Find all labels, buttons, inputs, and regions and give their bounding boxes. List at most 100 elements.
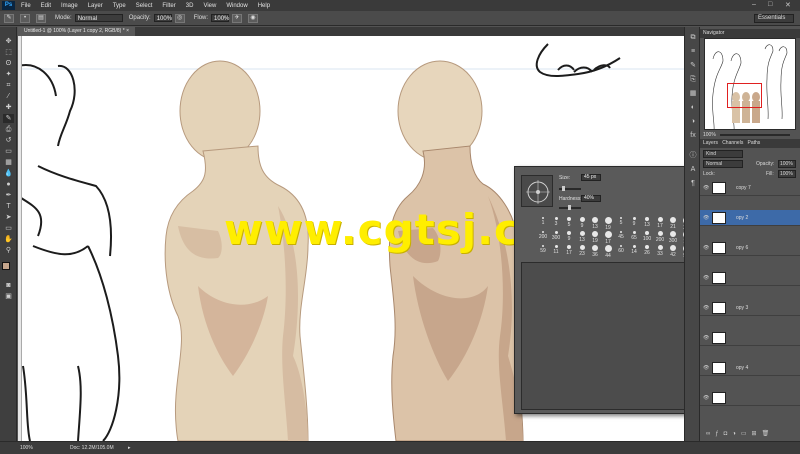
layer-row[interactable]: 👁 — [700, 330, 800, 346]
close-button[interactable]: ✕ — [785, 1, 791, 9]
layer-row[interactable]: 👁 opy 4 — [700, 360, 800, 376]
history-panel-icon[interactable]: ⧉ — [688, 33, 698, 42]
brush-tip-preview[interactable] — [521, 175, 553, 207]
menu-help[interactable]: Help — [258, 3, 270, 9]
quick-mask-icon[interactable]: ◙ — [3, 281, 14, 290]
marquee-tool-icon[interactable]: ⬚ — [3, 48, 14, 57]
clone-stamp-tool-icon[interactable]: ⎙ — [3, 125, 14, 134]
visibility-eye-icon[interactable]: 👁 — [703, 330, 709, 346]
menu-type[interactable]: Type — [113, 3, 126, 9]
visibility-eye-icon[interactable]: 👁 — [703, 390, 709, 406]
mode-select[interactable]: Normal — [74, 14, 123, 22]
size-slider-knob[interactable] — [561, 186, 565, 191]
layer-opacity-field[interactable]: 100% — [778, 160, 796, 168]
layer-row[interactable]: 👁 opy 6 — [700, 240, 800, 256]
size-slider[interactable] — [559, 186, 581, 191]
swatches-panel-icon[interactable]: ▦ — [688, 89, 698, 98]
link-layers-icon[interactable]: ∞ — [706, 431, 715, 437]
tab-layers[interactable]: Layers — [703, 140, 718, 146]
layer-row[interactable]: 👁 copy 7 — [700, 180, 800, 196]
layer-blend-mode[interactable]: Normal — [703, 160, 743, 168]
pressure-opacity-icon[interactable]: ◎ — [174, 13, 185, 23]
brush-preset-picker[interactable]: • — [20, 13, 30, 23]
menu-window[interactable]: Window — [226, 3, 247, 9]
document-tab[interactable]: Untitled-1 @ 100% (Layer 1 copy 2, RGB/8… — [18, 27, 135, 36]
navigator-zoom[interactable]: 100% — [703, 132, 716, 138]
tab-close-icon[interactable]: × — [126, 28, 129, 34]
eyedropper-tool-icon[interactable]: ⁄ — [3, 92, 14, 101]
menu-image[interactable]: Image — [61, 3, 78, 9]
screen-mode-icon[interactable]: ▣ — [3, 292, 14, 301]
layer-row[interactable]: 👁 — [700, 390, 800, 406]
minimize-button[interactable]: – — [752, 1, 756, 8]
foreground-color-swatch[interactable] — [2, 262, 10, 270]
delete-layer-icon[interactable]: 🗑 — [762, 431, 775, 437]
tab-paths[interactable]: Paths — [748, 140, 761, 146]
paragraph-panel-icon[interactable]: ¶ — [688, 179, 698, 188]
menu-view[interactable]: View — [203, 3, 216, 9]
fill-field[interactable]: 100% — [778, 170, 796, 178]
zoom-tool-icon[interactable]: ⚲ — [3, 246, 14, 255]
navigator-zoom-slider[interactable] — [720, 134, 790, 136]
size-field[interactable]: 45 px — [581, 174, 601, 181]
pen-tool-icon[interactable]: ✒ — [3, 191, 14, 200]
workspace-select[interactable]: Essentials — [754, 14, 794, 23]
brush-panel-toggle-icon[interactable]: ▤ — [36, 13, 46, 23]
character-panel-icon[interactable]: A — [688, 165, 698, 174]
blur-tool-icon[interactable]: 💧 — [3, 169, 14, 178]
fx-icon[interactable]: ƒ — [715, 431, 723, 437]
visibility-eye-icon[interactable]: 👁 — [703, 180, 709, 196]
layer-row[interactable]: 👁 opy 3 — [700, 300, 800, 316]
quick-select-tool-icon[interactable]: ✦ — [3, 70, 14, 79]
menu-edit[interactable]: Edit — [41, 3, 51, 9]
clone-source-panel-icon[interactable]: ⎘ — [688, 75, 698, 84]
lasso-tool-icon[interactable]: ʘ — [3, 59, 14, 68]
airbrush-icon[interactable]: ✈ — [232, 13, 243, 23]
menu-filter[interactable]: Filter — [162, 3, 175, 9]
navigator-view-box[interactable] — [727, 83, 762, 108]
menu-select[interactable]: Select — [136, 3, 153, 9]
status-menu-arrow-icon[interactable]: ▸ — [128, 442, 131, 454]
flow-field[interactable]: 100% — [211, 14, 229, 22]
brush-tool-icon-active[interactable]: ✎ — [3, 114, 14, 123]
crop-tool-icon[interactable]: ⌗ — [3, 81, 14, 90]
shape-tool-icon[interactable]: ▭ — [3, 224, 14, 233]
layer-row[interactable]: 👁 — [700, 270, 800, 286]
layer-kind-filter[interactable]: Kind — [703, 150, 743, 158]
tab-channels[interactable]: Channels — [722, 140, 743, 146]
pressure-size-icon[interactable]: ◉ — [248, 13, 259, 23]
opacity-field[interactable]: 100% — [153, 14, 172, 22]
menu-layer[interactable]: Layer — [88, 3, 103, 9]
dodge-tool-icon[interactable]: ● — [3, 180, 14, 189]
type-tool-icon[interactable]: T — [3, 202, 14, 211]
properties-panel-icon[interactable]: ≡ — [688, 47, 698, 56]
hand-tool-icon[interactable]: ✋ — [3, 235, 14, 244]
eraser-tool-icon[interactable]: ▭ — [3, 147, 14, 156]
menu-file[interactable]: File — [21, 3, 31, 9]
adjustments-panel-icon[interactable]: ◑ — [688, 117, 698, 126]
group-icon[interactable]: ▭ — [741, 431, 752, 437]
healing-tool-icon[interactable]: ✚ — [3, 103, 14, 112]
brush-tool-icon[interactable]: ✎ — [4, 13, 14, 23]
hardness-field[interactable]: 40% — [581, 195, 601, 202]
styles-panel-icon[interactable]: fx — [688, 131, 698, 140]
navigator-preview[interactable] — [704, 38, 796, 130]
visibility-eye-icon[interactable]: 👁 — [703, 270, 709, 286]
maximize-button[interactable]: □ — [768, 1, 772, 8]
adjustment-icon[interactable]: ◑ — [732, 431, 741, 437]
visibility-eye-icon[interactable]: 👁 — [703, 360, 709, 376]
visibility-eye-icon[interactable]: 👁 — [703, 240, 709, 256]
menu-3d[interactable]: 3D — [186, 3, 194, 9]
status-zoom[interactable]: 100% — [20, 442, 33, 454]
info-panel-icon[interactable]: ⓘ — [688, 151, 698, 160]
new-layer-icon[interactable]: ⊞ — [752, 431, 762, 437]
path-select-tool-icon[interactable]: ➤ — [3, 213, 14, 222]
navigator-panel-header[interactable]: Navigator — [700, 29, 800, 38]
history-brush-tool-icon[interactable]: ↺ — [3, 136, 14, 145]
color-panel-icon[interactable]: ◐ — [688, 103, 698, 112]
mask-icon[interactable]: ◘ — [724, 431, 733, 437]
visibility-eye-icon[interactable]: 👁 — [703, 210, 709, 226]
hardness-slider[interactable] — [559, 205, 581, 210]
visibility-eye-icon[interactable]: 👁 — [703, 300, 709, 316]
brush-panel-icon[interactable]: ✎ — [688, 61, 698, 70]
